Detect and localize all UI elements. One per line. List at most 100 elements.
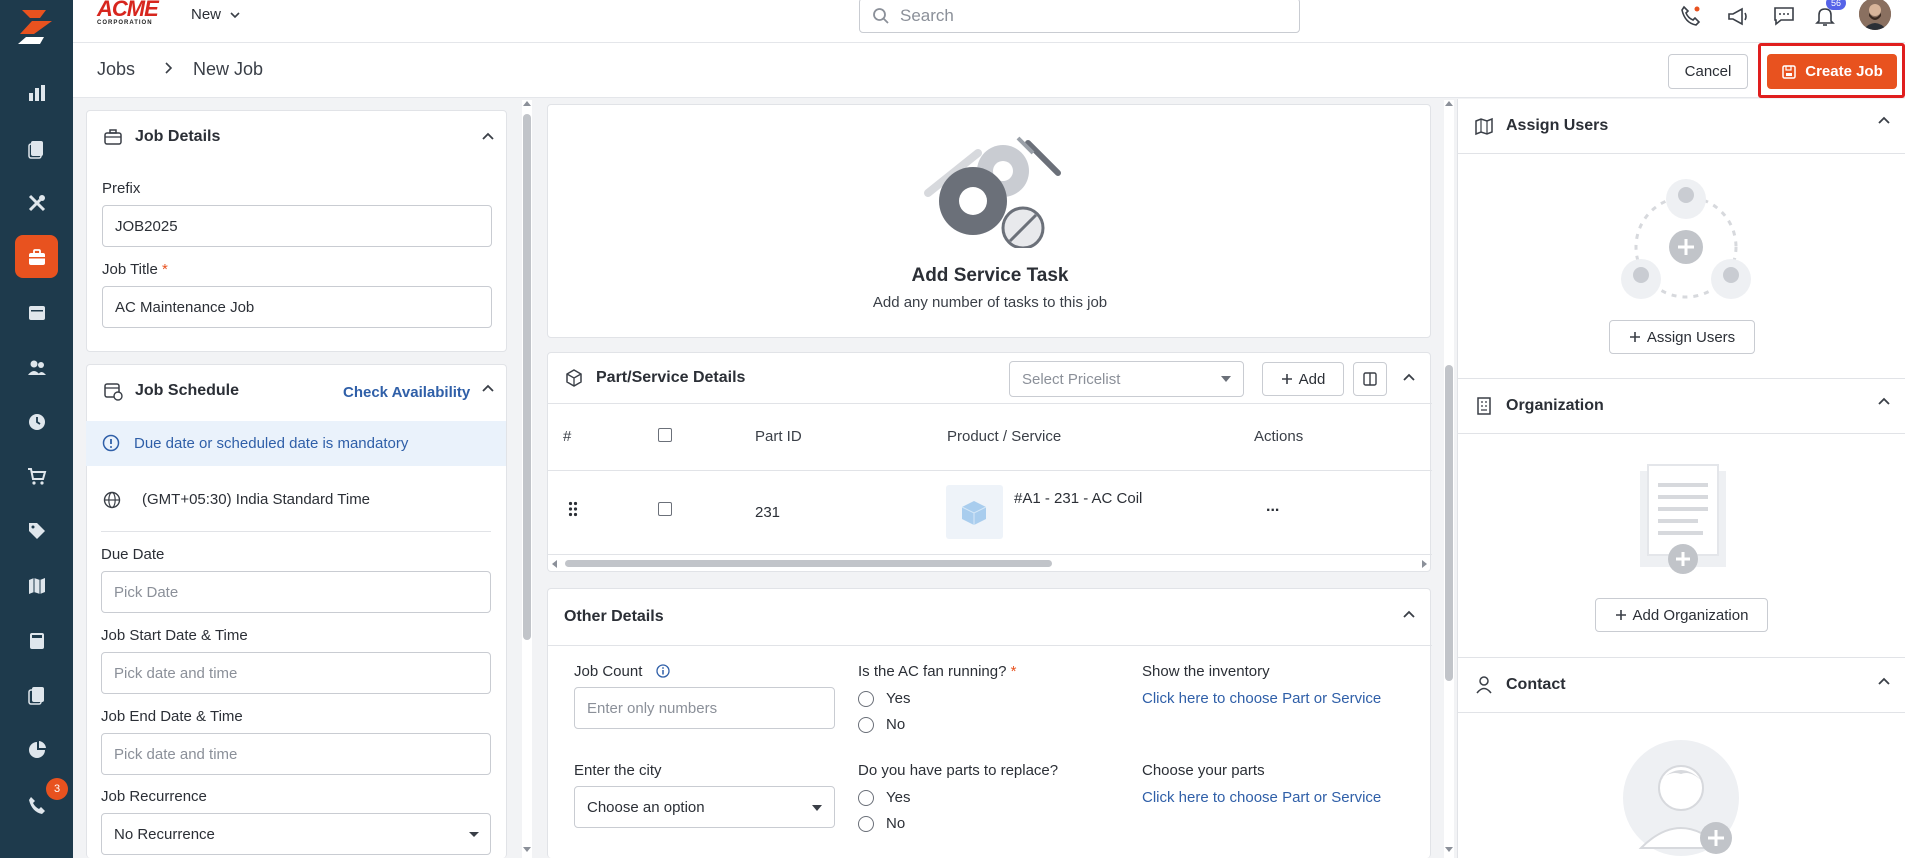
chevron-up-icon[interactable] — [1401, 370, 1417, 386]
prefix-label: Prefix — [102, 180, 141, 197]
row-product[interactable]: #A1 - 231 - AC Coil — [1014, 490, 1142, 507]
replace-parts-label: Do you have parts to replace? — [858, 762, 1059, 779]
megaphone-icon[interactable] — [1724, 2, 1752, 30]
columns-toggle-button[interactable] — [1353, 362, 1387, 396]
col-header-actions: Actions — [1254, 428, 1304, 445]
choose-parts-link[interactable]: Click here to choose Part or Service — [1142, 789, 1381, 806]
end-date-label: Job End Date & Time — [101, 708, 243, 725]
notification-badge: 56 — [1826, 0, 1846, 10]
calendar-icon — [28, 305, 45, 320]
bar-chart-icon — [28, 84, 45, 101]
sidebar-item-customers[interactable] — [15, 345, 58, 388]
breadcrumb-jobs[interactable]: Jobs — [97, 59, 135, 80]
sidebar-item-analytics[interactable] — [15, 728, 58, 771]
create-job-button[interactable]: Create Job — [1767, 54, 1897, 89]
add-organization-button[interactable]: Add Organization — [1595, 598, 1768, 632]
middle-scrollbar[interactable] — [1444, 100, 1454, 858]
assign-users-header: Assign Users — [1458, 99, 1905, 153]
job-details-card: Job Details Prefix JOB2025 Job Title * A… — [86, 110, 507, 352]
start-date-input[interactable]: Pick date and time — [101, 652, 491, 694]
job-details-header[interactable]: Job Details — [87, 111, 506, 163]
end-date-input[interactable]: Pick date and time — [101, 733, 491, 775]
select-all-checkbox[interactable] — [658, 428, 672, 442]
contact-header: Contact — [1458, 658, 1905, 712]
search-icon — [873, 8, 889, 24]
sidebar-item-calendar[interactable] — [15, 290, 58, 333]
chat-icon[interactable] — [1770, 2, 1798, 30]
app-logo-icon[interactable] — [14, 4, 58, 48]
sidebar-item-tools[interactable] — [15, 181, 58, 224]
scroll-up-icon — [1445, 101, 1453, 106]
sidebar-item-map[interactable] — [15, 564, 58, 607]
cancel-button[interactable]: Cancel — [1668, 54, 1748, 89]
chevron-up-icon[interactable] — [1876, 113, 1892, 129]
service-task-card: Add Service Task Add any number of tasks… — [547, 104, 1431, 338]
cube-icon — [961, 501, 987, 525]
due-date-input[interactable]: Pick Date — [101, 571, 491, 613]
search-input[interactable]: Search — [859, 0, 1300, 33]
replace-yes-label: Yes — [886, 789, 911, 806]
job-title-label: Job Title * — [102, 261, 168, 278]
briefcase-outline-icon — [104, 129, 122, 145]
building-icon — [1477, 397, 1491, 415]
replace-yes-radio[interactable] — [858, 790, 874, 806]
parts-scroll-thumb[interactable] — [565, 560, 1052, 567]
columns-icon — [1363, 372, 1377, 386]
support-icon — [28, 796, 45, 814]
fan-yes-radio[interactable] — [858, 691, 874, 707]
left-scrollbar[interactable] — [522, 100, 532, 858]
new-dropdown[interactable]: New — [191, 6, 241, 23]
chevron-up-icon[interactable] — [480, 381, 496, 397]
job-title-input[interactable]: AC Maintenance Job — [102, 286, 492, 328]
divider — [548, 645, 1432, 646]
inventory-link[interactable]: Click here to choose Part or Service — [1142, 690, 1381, 707]
sidebar-item-invoices[interactable] — [15, 619, 58, 662]
city-select[interactable]: Choose an option — [574, 786, 835, 828]
left-scroll-thumb[interactable] — [523, 114, 531, 640]
prefix-input[interactable]: JOB2025 — [102, 205, 492, 247]
choose-parts-label: Choose your parts — [1142, 762, 1265, 779]
phone-icon[interactable] — [1677, 2, 1705, 30]
recurrence-select[interactable]: No Recurrence — [101, 813, 491, 855]
chevron-up-icon[interactable] — [1876, 394, 1892, 410]
sidebar-item-quotes[interactable] — [15, 126, 58, 169]
timezone-text[interactable]: (GMT+05:30) India Standard Time — [142, 491, 370, 508]
create-job-highlight: Create Job — [1758, 43, 1905, 98]
contact-illustration — [1623, 740, 1739, 856]
scroll-down-icon — [1445, 847, 1453, 852]
chevron-up-icon[interactable] — [1876, 674, 1892, 690]
fan-no-label: No — [886, 716, 906, 733]
pricelist-select[interactable]: Select Pricelist — [1009, 361, 1244, 397]
row-checkbox[interactable] — [658, 502, 672, 516]
sidebar-item-documents[interactable] — [15, 673, 58, 716]
sidebar-item-jobs[interactable] — [15, 235, 58, 278]
sidebar-item-timesheets[interactable] — [15, 400, 58, 443]
middle-scroll-thumb[interactable] — [1445, 365, 1453, 681]
parts-horizontal-scrollbar[interactable] — [551, 559, 1428, 569]
col-header-product: Product / Service — [947, 428, 1062, 445]
sidebar-item-dashboard[interactable] — [15, 71, 58, 114]
row-actions-menu[interactable]: ... — [1266, 498, 1279, 516]
person-icon — [1476, 676, 1492, 694]
check-availability-link[interactable]: Check Availability — [343, 384, 470, 401]
fan-no-radio[interactable] — [858, 717, 874, 733]
create-job-label: Create Job — [1805, 63, 1883, 80]
chevron-up-icon[interactable] — [1401, 607, 1417, 623]
divider — [1458, 712, 1905, 713]
scroll-down-icon — [523, 847, 531, 852]
info-icon[interactable] — [656, 664, 670, 678]
sidebar-item-store[interactable] — [15, 454, 58, 497]
assign-users-button[interactable]: Assign Users — [1609, 320, 1755, 354]
city-value: Choose an option — [587, 798, 705, 816]
drag-handle-icon[interactable] — [568, 501, 578, 517]
job-count-input[interactable]: Enter only numbers — [574, 687, 835, 729]
documents-icon — [27, 140, 43, 159]
user-avatar[interactable] — [1859, 0, 1891, 30]
add-part-button[interactable]: Add — [1262, 362, 1344, 396]
replace-no-radio[interactable] — [858, 816, 874, 832]
chevron-up-icon[interactable] — [480, 129, 496, 145]
briefcase-icon — [28, 248, 45, 265]
pricelist-placeholder: Select Pricelist — [1022, 370, 1121, 388]
sidebar-item-pricing[interactable] — [15, 509, 58, 552]
divider — [548, 470, 1432, 471]
